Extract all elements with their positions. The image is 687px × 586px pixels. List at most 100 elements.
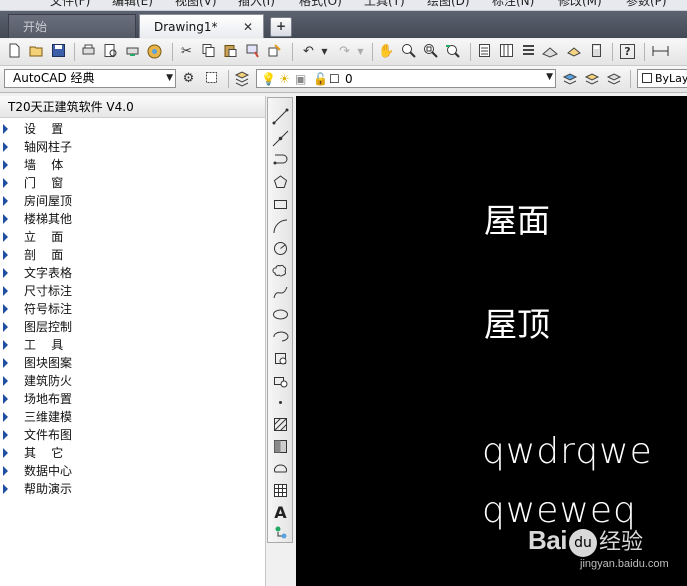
cut-icon[interactable]: ✂ xyxy=(178,43,195,60)
panel-menu-item[interactable]: 图块图案 xyxy=(0,354,265,372)
menu-view[interactable]: 视图(V) xyxy=(175,0,217,9)
close-icon[interactable]: ✕ xyxy=(243,15,253,39)
insert-block-icon[interactable] xyxy=(272,350,289,367)
make-object-layer-current-icon[interactable] xyxy=(562,70,579,87)
workspace-select[interactable]: AutoCAD 经典 ▼ xyxy=(4,69,176,88)
make-block-icon[interactable] xyxy=(272,372,289,389)
panel-menu-item[interactable]: 三维建模 xyxy=(0,408,265,426)
zoom-previous-icon[interactable] xyxy=(444,43,461,60)
open-icon[interactable] xyxy=(28,43,45,60)
customize-icon[interactable] xyxy=(203,70,220,87)
panel-menu-item[interactable]: 房间屋顶 xyxy=(0,192,265,210)
canvas-text-roof-top[interactable]: 屋顶 xyxy=(484,298,550,346)
gradient-icon[interactable] xyxy=(272,438,289,455)
layer-previous-icon[interactable] xyxy=(584,70,601,87)
canvas-text-qwdrqwe[interactable]: qwdrqwe xyxy=(482,431,653,472)
panel-menu-item[interactable]: 门 窗 xyxy=(0,174,265,192)
layer-on-icon[interactable]: 💡 xyxy=(261,72,276,86)
sheet-set-icon[interactable] xyxy=(542,43,559,60)
panel-menu-item[interactable]: 墙 体 xyxy=(0,156,265,174)
panel-menu-item[interactable]: 文件布图 xyxy=(0,426,265,444)
panel-menu-item[interactable]: 设 置 xyxy=(0,120,265,138)
calculator-icon[interactable] xyxy=(588,43,605,60)
publish-icon[interactable] xyxy=(124,43,141,60)
menu-format[interactable]: 格式(O) xyxy=(299,0,342,9)
layer-viewport-freeze-icon[interactable]: ▣ xyxy=(295,72,306,86)
line-icon[interactable] xyxy=(272,108,289,125)
menu-parameters[interactable]: 参数(P) xyxy=(626,0,667,9)
tab-drawing1[interactable]: Drawing1* ✕ xyxy=(139,14,264,38)
menu-insert[interactable]: 插入(I) xyxy=(238,0,275,9)
panel-menu-item[interactable]: 帮助演示 xyxy=(0,480,265,498)
panel-menu-item[interactable]: 文字表格 xyxy=(0,264,265,282)
markup-icon[interactable] xyxy=(566,43,583,60)
menu-dimension[interactable]: 标注(N) xyxy=(492,0,534,9)
construction-line-icon[interactable] xyxy=(272,130,289,147)
polyline-icon[interactable] xyxy=(272,152,289,169)
new-icon[interactable] xyxy=(6,43,23,60)
hatch-icon[interactable] xyxy=(272,416,289,433)
redo-icon[interactable]: ↷ xyxy=(336,43,353,60)
design-center-icon[interactable] xyxy=(498,43,515,60)
preview-icon[interactable] xyxy=(102,43,119,60)
revision-cloud-icon[interactable] xyxy=(272,262,289,279)
3d-dwf-icon[interactable] xyxy=(146,43,163,60)
layer-thaw-icon[interactable]: ☀ xyxy=(279,72,290,86)
paste-icon[interactable] xyxy=(222,43,239,60)
layer-lock-icon[interactable]: 🔓 xyxy=(313,72,328,86)
color-control-select[interactable]: ByLay xyxy=(637,69,687,88)
menu-draw[interactable]: 绘图(D) xyxy=(427,0,470,9)
panel-menu-item[interactable]: 轴网柱子 xyxy=(0,138,265,156)
dimension-icon[interactable] xyxy=(652,43,669,60)
canvas-text-roof-surface[interactable]: 屋面 xyxy=(484,194,550,242)
panel-menu-item[interactable]: 尺寸标注 xyxy=(0,282,265,300)
block-editor-icon[interactable] xyxy=(266,43,283,60)
undo-dropdown-icon[interactable]: ▼ xyxy=(316,43,333,60)
multiline-text-icon[interactable]: A xyxy=(272,504,289,521)
panel-menu-item[interactable]: 剖 面 xyxy=(0,246,265,264)
tool-palettes-icon[interactable] xyxy=(520,43,537,60)
rectangle-icon[interactable] xyxy=(272,196,289,213)
help-icon[interactable]: ? xyxy=(620,44,635,59)
drawing-canvas[interactable]: 屋面 屋顶 qwdrqwe qweweq Bai du 经验 jingyan.bai… xyxy=(296,96,687,586)
new-tab-button[interactable]: + xyxy=(270,17,292,37)
menu-edit[interactable]: 编辑(E) xyxy=(112,0,153,9)
panel-menu-item[interactable]: 数据中心 xyxy=(0,462,265,480)
zoom-window-icon[interactable] xyxy=(422,43,439,60)
panel-menu-item[interactable]: 场地布置 xyxy=(0,390,265,408)
menu-modify[interactable]: 修改(M) xyxy=(558,0,602,9)
menu-tools[interactable]: 工具(T) xyxy=(364,0,405,9)
workspace-settings-icon[interactable]: ⚙ xyxy=(180,70,197,87)
panel-menu-item[interactable]: 立 面 xyxy=(0,228,265,246)
spline-icon[interactable] xyxy=(272,284,289,301)
circle-icon[interactable] xyxy=(272,240,289,257)
layer-select[interactable]: 💡 ☀ ▣ 🔓 ☐ 0 ▼ xyxy=(256,69,556,88)
copy-icon[interactable] xyxy=(200,43,217,60)
layer-properties-icon[interactable] xyxy=(234,70,251,87)
tab-start[interactable]: 开始 xyxy=(8,14,136,38)
undo-icon[interactable]: ↶ xyxy=(300,43,317,60)
ellipse-icon[interactable] xyxy=(272,306,289,323)
layer-state-icon[interactable] xyxy=(606,70,623,87)
panel-menu-item[interactable]: 楼梯其他 xyxy=(0,210,265,228)
properties-icon[interactable] xyxy=(476,43,493,60)
panel-menu-item[interactable]: 建筑防火 xyxy=(0,372,265,390)
polygon-icon[interactable] xyxy=(272,174,289,191)
panel-menu-item[interactable]: 图层控制 xyxy=(0,318,265,336)
point-icon[interactable] xyxy=(272,394,289,411)
plot-icon[interactable] xyxy=(80,43,97,60)
zoom-realtime-icon[interactable] xyxy=(400,43,417,60)
match-properties-icon[interactable] xyxy=(244,43,261,60)
region-icon[interactable] xyxy=(272,460,289,477)
panel-menu-item[interactable]: 其 它 xyxy=(0,444,265,462)
panel-menu-item[interactable]: 工 具 xyxy=(0,336,265,354)
ellipse-arc-icon[interactable] xyxy=(272,328,289,345)
pan-icon[interactable]: ✋ xyxy=(378,43,395,60)
arc-icon[interactable] xyxy=(272,218,289,235)
save-icon[interactable] xyxy=(50,43,67,60)
redo-dropdown-icon[interactable]: ▼ xyxy=(352,43,369,60)
add-selected-icon[interactable] xyxy=(272,524,289,541)
table-icon[interactable] xyxy=(272,482,289,499)
panel-menu-item[interactable]: 符号标注 xyxy=(0,300,265,318)
menu-file[interactable]: 文件(F) xyxy=(50,0,90,9)
